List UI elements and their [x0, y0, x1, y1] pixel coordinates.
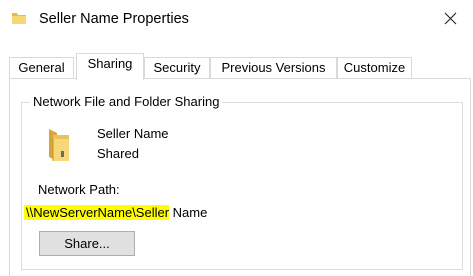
group-title: Network File and Folder Sharing [30, 94, 223, 110]
share-name: Seller Name [97, 126, 169, 141]
shared-folder-icon [47, 127, 71, 163]
network-path-value: \\NewServerName\Seller Name [24, 203, 207, 223]
tab-security[interactable]: Security [144, 57, 210, 79]
close-button[interactable] [427, 0, 473, 38]
properties-dialog: Seller Name Properties General Sharing S… [0, 0, 473, 276]
tab-general[interactable]: General [9, 57, 74, 79]
window-title: Seller Name Properties [39, 11, 189, 27]
tab-sharing[interactable]: Sharing [76, 53, 144, 80]
share-status: Shared [97, 146, 139, 161]
network-path-rest: Name [169, 205, 208, 220]
folder-icon [11, 10, 27, 26]
network-path-label: Network Path: [38, 182, 120, 197]
share-button[interactable]: Share... [39, 231, 135, 256]
tab-previous-versions[interactable]: Previous Versions [210, 57, 337, 79]
tab-customize[interactable]: Customize [337, 57, 412, 79]
title-bar[interactable]: Seller Name Properties [0, 0, 473, 42]
network-path-highlight: \\NewServerName\Seller [24, 205, 170, 220]
close-icon [444, 12, 457, 25]
